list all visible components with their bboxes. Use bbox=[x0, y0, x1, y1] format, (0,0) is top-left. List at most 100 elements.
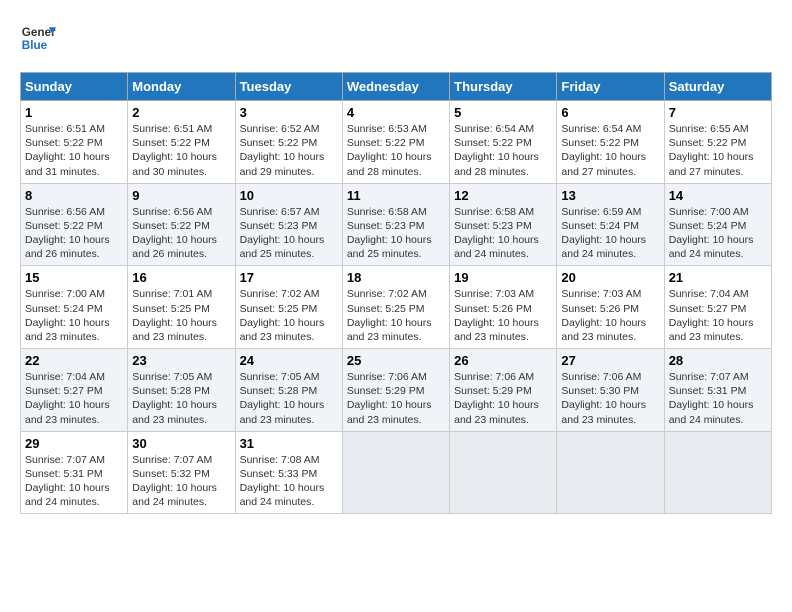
calendar-cell: 11Sunrise: 6:58 AMSunset: 5:23 PMDayligh… bbox=[342, 183, 449, 266]
calendar-cell: 15 Sunrise: 7:00 AMSunset: 5:24 PMDayligh… bbox=[21, 266, 128, 349]
calendar-cell: 29 Sunrise: 7:07 AMSunset: 5:31 PMDayligh… bbox=[21, 431, 128, 514]
calendar-cell: 30Sunrise: 7:07 AMSunset: 5:32 PMDayligh… bbox=[128, 431, 235, 514]
day-info: Sunrise: 6:58 AMSunset: 5:23 PMDaylight:… bbox=[347, 205, 445, 262]
day-number: 3 bbox=[240, 105, 338, 120]
day-number: 31 bbox=[240, 436, 338, 451]
day-info: Sunrise: 6:58 AMSunset: 5:23 PMDaylight:… bbox=[454, 205, 552, 262]
calendar-cell: 24 Sunrise: 7:05 AMSunset: 5:28 PMDayligh… bbox=[235, 349, 342, 432]
day-info: Sunrise: 6:57 AMSunset: 5:23 PMDaylight:… bbox=[240, 205, 338, 262]
calendar-cell: 31 Sunrise: 7:08 AMSunset: 5:33 PMDayligh… bbox=[235, 431, 342, 514]
calendar-cell: 4 Sunrise: 6:53 AMSunset: 5:22 PMDaylight… bbox=[342, 101, 449, 184]
weekday-header-wednesday: Wednesday bbox=[342, 73, 449, 101]
calendar-cell: 28 Sunrise: 7:07 AMSunset: 5:31 PMDayligh… bbox=[664, 349, 771, 432]
day-info: Sunrise: 7:03 AMSunset: 5:26 PMDaylight:… bbox=[454, 287, 552, 344]
day-info: Sunrise: 7:06 AMSunset: 5:29 PMDaylight:… bbox=[347, 370, 445, 427]
calendar-week-5: 29 Sunrise: 7:07 AMSunset: 5:31 PMDayligh… bbox=[21, 431, 772, 514]
calendar-cell: 8Sunrise: 6:56 AMSunset: 5:22 PMDaylight… bbox=[21, 183, 128, 266]
calendar-table: SundayMondayTuesdayWednesdayThursdayFrid… bbox=[20, 72, 772, 514]
calendar-cell: 6Sunrise: 6:54 AMSunset: 5:22 PMDaylight… bbox=[557, 101, 664, 184]
logo-icon: General Blue bbox=[20, 20, 56, 56]
day-info: Sunrise: 7:04 AMSunset: 5:27 PMDaylight:… bbox=[669, 287, 767, 344]
day-info: Sunrise: 7:04 AMSunset: 5:27 PMDaylight:… bbox=[25, 370, 123, 427]
day-number: 23 bbox=[132, 353, 230, 368]
day-number: 4 bbox=[347, 105, 445, 120]
day-number: 16 bbox=[132, 270, 230, 285]
day-number: 22 bbox=[25, 353, 123, 368]
day-info: Sunrise: 6:59 AMSunset: 5:24 PMDaylight:… bbox=[561, 205, 659, 262]
day-info: Sunrise: 6:53 AMSunset: 5:22 PMDaylight:… bbox=[347, 122, 445, 179]
calendar-cell: 7 Sunrise: 6:55 AMSunset: 5:22 PMDaylight… bbox=[664, 101, 771, 184]
day-number: 14 bbox=[669, 188, 767, 203]
day-number: 12 bbox=[454, 188, 552, 203]
calendar-cell: 19 Sunrise: 7:03 AMSunset: 5:26 PMDayligh… bbox=[450, 266, 557, 349]
weekday-header-sunday: Sunday bbox=[21, 73, 128, 101]
weekday-header-friday: Friday bbox=[557, 73, 664, 101]
calendar-cell: 14 Sunrise: 7:00 AMSunset: 5:24 PMDayligh… bbox=[664, 183, 771, 266]
day-info: Sunrise: 7:02 AMSunset: 5:25 PMDaylight:… bbox=[347, 287, 445, 344]
calendar-cell: 10Sunrise: 6:57 AMSunset: 5:23 PMDayligh… bbox=[235, 183, 342, 266]
day-info: Sunrise: 7:00 AMSunset: 5:24 PMDaylight:… bbox=[669, 205, 767, 262]
day-info: Sunrise: 7:01 AMSunset: 5:25 PMDaylight:… bbox=[132, 287, 230, 344]
day-number: 30 bbox=[132, 436, 230, 451]
day-info: Sunrise: 6:55 AMSunset: 5:22 PMDaylight:… bbox=[669, 122, 767, 179]
page-header: General Blue bbox=[20, 20, 772, 56]
calendar-cell: 1 Sunrise: 6:51 AMSunset: 5:22 PMDaylight… bbox=[21, 101, 128, 184]
calendar-week-2: 8 Sunrise: 6:56 AMSunset: 5:22 PMDaylight… bbox=[21, 183, 772, 266]
day-number: 26 bbox=[454, 353, 552, 368]
calendar-cell: 18 Sunrise: 7:02 AMSunset: 5:25 PMDayligh… bbox=[342, 266, 449, 349]
day-number: 24 bbox=[240, 353, 338, 368]
day-number: 17 bbox=[240, 270, 338, 285]
calendar-cell: 3 Sunrise: 6:52 AMSunset: 5:22 PMDaylight… bbox=[235, 101, 342, 184]
calendar-cell: 21 Sunrise: 7:04 AMSunset: 5:27 PMDayligh… bbox=[664, 266, 771, 349]
day-number: 20 bbox=[561, 270, 659, 285]
day-number: 2 bbox=[132, 105, 230, 120]
day-number: 29 bbox=[25, 436, 123, 451]
day-number: 1 bbox=[25, 105, 123, 120]
day-number: 13 bbox=[561, 188, 659, 203]
day-info: Sunrise: 7:00 AMSunset: 5:24 PMDaylight:… bbox=[25, 287, 123, 344]
calendar-cell: 16 Sunrise: 7:01 AMSunset: 5:25 PMDayligh… bbox=[128, 266, 235, 349]
day-info: Sunrise: 7:05 AMSunset: 5:28 PMDaylight:… bbox=[132, 370, 230, 427]
day-info: Sunrise: 7:07 AMSunset: 5:31 PMDaylight:… bbox=[25, 453, 123, 510]
calendar-cell: 25 Sunrise: 7:06 AMSunset: 5:29 PMDayligh… bbox=[342, 349, 449, 432]
calendar-cell: 27 Sunrise: 7:06 AMSunset: 5:30 PMDayligh… bbox=[557, 349, 664, 432]
day-number: 27 bbox=[561, 353, 659, 368]
day-number: 9 bbox=[132, 188, 230, 203]
weekday-header-saturday: Saturday bbox=[664, 73, 771, 101]
day-number: 15 bbox=[25, 270, 123, 285]
day-number: 18 bbox=[347, 270, 445, 285]
day-info: Sunrise: 6:52 AMSunset: 5:22 PMDaylight:… bbox=[240, 122, 338, 179]
day-info: Sunrise: 7:08 AMSunset: 5:33 PMDaylight:… bbox=[240, 453, 338, 510]
day-number: 28 bbox=[669, 353, 767, 368]
calendar-week-4: 22 Sunrise: 7:04 AMSunset: 5:27 PMDayligh… bbox=[21, 349, 772, 432]
day-number: 25 bbox=[347, 353, 445, 368]
day-info: Sunrise: 7:07 AMSunset: 5:31 PMDaylight:… bbox=[669, 370, 767, 427]
calendar-cell: 26Sunrise: 7:06 AMSunset: 5:29 PMDayligh… bbox=[450, 349, 557, 432]
weekday-header-thursday: Thursday bbox=[450, 73, 557, 101]
calendar-cell bbox=[342, 431, 449, 514]
calendar-cell: 20 Sunrise: 7:03 AMSunset: 5:26 PMDayligh… bbox=[557, 266, 664, 349]
day-info: Sunrise: 6:51 AMSunset: 5:22 PMDaylight:… bbox=[25, 122, 123, 179]
weekday-header-monday: Monday bbox=[128, 73, 235, 101]
day-number: 5 bbox=[454, 105, 552, 120]
logo: General Blue bbox=[20, 20, 56, 56]
calendar-cell: 2Sunrise: 6:51 AMSunset: 5:22 PMDaylight… bbox=[128, 101, 235, 184]
day-number: 7 bbox=[669, 105, 767, 120]
calendar-week-1: 1 Sunrise: 6:51 AMSunset: 5:22 PMDaylight… bbox=[21, 101, 772, 184]
calendar-cell: 22 Sunrise: 7:04 AMSunset: 5:27 PMDayligh… bbox=[21, 349, 128, 432]
day-info: Sunrise: 7:02 AMSunset: 5:25 PMDaylight:… bbox=[240, 287, 338, 344]
day-info: Sunrise: 6:56 AMSunset: 5:22 PMDaylight:… bbox=[132, 205, 230, 262]
calendar-cell: 23 Sunrise: 7:05 AMSunset: 5:28 PMDayligh… bbox=[128, 349, 235, 432]
weekday-header-tuesday: Tuesday bbox=[235, 73, 342, 101]
day-number: 21 bbox=[669, 270, 767, 285]
calendar-cell bbox=[557, 431, 664, 514]
svg-text:Blue: Blue bbox=[22, 39, 48, 52]
day-number: 8 bbox=[25, 188, 123, 203]
day-number: 19 bbox=[454, 270, 552, 285]
day-info: Sunrise: 7:05 AMSunset: 5:28 PMDaylight:… bbox=[240, 370, 338, 427]
calendar-cell: 9 Sunrise: 6:56 AMSunset: 5:22 PMDaylight… bbox=[128, 183, 235, 266]
calendar-cell bbox=[450, 431, 557, 514]
calendar-cell: 12 Sunrise: 6:58 AMSunset: 5:23 PMDayligh… bbox=[450, 183, 557, 266]
day-info: Sunrise: 7:06 AMSunset: 5:30 PMDaylight:… bbox=[561, 370, 659, 427]
day-info: Sunrise: 7:03 AMSunset: 5:26 PMDaylight:… bbox=[561, 287, 659, 344]
